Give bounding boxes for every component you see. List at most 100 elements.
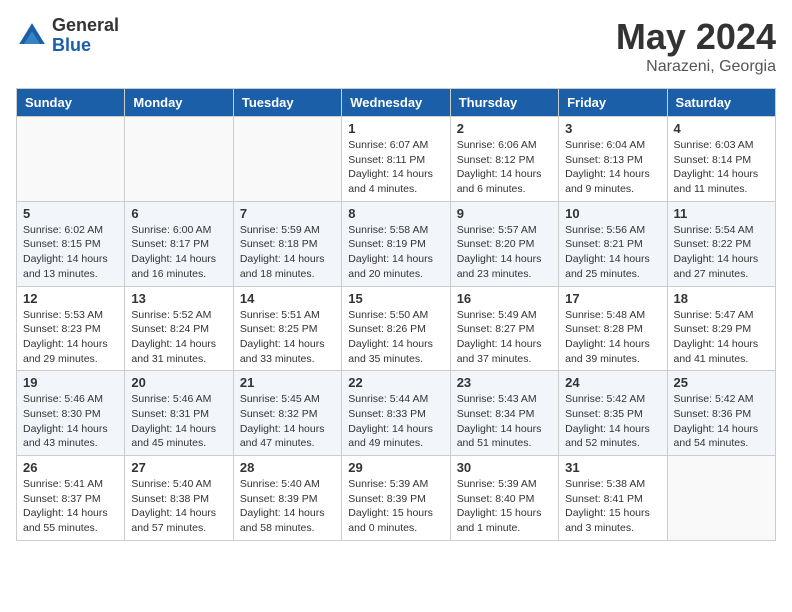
calendar-cell: 17 Sunrise: 5:48 AM Sunset: 8:28 PM Dayli…: [559, 286, 667, 371]
day-number: 28: [240, 460, 335, 475]
calendar-cell: 24 Sunrise: 5:42 AM Sunset: 8:35 PM Dayli…: [559, 371, 667, 456]
day-number: 6: [131, 206, 226, 221]
week-row-3: 12 Sunrise: 5:53 AM Sunset: 8:23 PM Dayli…: [17, 286, 776, 371]
calendar-cell: 11Sunrise: 5:54 AM Sunset: 8:22 PM Dayli…: [667, 201, 775, 286]
calendar-cell: 1 Sunrise: 6:07 AM Sunset: 8:11 PM Daylig…: [342, 117, 450, 202]
col-header-friday: Friday: [559, 89, 667, 117]
day-number: 13: [131, 291, 226, 306]
week-row-1: 1 Sunrise: 6:07 AM Sunset: 8:11 PM Daylig…: [17, 117, 776, 202]
calendar-cell: 15Sunrise: 5:50 AM Sunset: 8:26 PM Dayli…: [342, 286, 450, 371]
day-info: Sunrise: 6:06 AM Sunset: 8:12 PM Dayligh…: [457, 138, 552, 197]
day-info: Sunrise: 5:49 AM Sunset: 8:27 PM Dayligh…: [457, 308, 552, 367]
day-info: Sunrise: 5:40 AM Sunset: 8:39 PM Dayligh…: [240, 477, 335, 536]
calendar-cell: 27Sunrise: 5:40 AM Sunset: 8:38 PM Dayli…: [125, 456, 233, 541]
calendar-cell: 4 Sunrise: 6:03 AM Sunset: 8:14 PM Daylig…: [667, 117, 775, 202]
calendar-cell: [17, 117, 125, 202]
calendar-cell: 6Sunrise: 6:00 AM Sunset: 8:17 PM Daylig…: [125, 201, 233, 286]
day-number: 27: [131, 460, 226, 475]
day-number: 1: [348, 121, 443, 136]
title-block: May 2024 Narazeni, Georgia: [616, 16, 776, 76]
calendar-table: SundayMondayTuesdayWednesdayThursdayFrid…: [16, 88, 776, 541]
week-row-2: 5 Sunrise: 6:02 AM Sunset: 8:15 PM Daylig…: [17, 201, 776, 286]
day-info: Sunrise: 6:02 AM Sunset: 8:15 PM Dayligh…: [23, 223, 118, 282]
day-info: Sunrise: 6:07 AM Sunset: 8:11 PM Dayligh…: [348, 138, 443, 197]
col-header-saturday: Saturday: [667, 89, 775, 117]
col-header-sunday: Sunday: [17, 89, 125, 117]
col-header-thursday: Thursday: [450, 89, 558, 117]
calendar-cell: 3Sunrise: 6:04 AM Sunset: 8:13 PM Daylig…: [559, 117, 667, 202]
calendar-cell: 8 Sunrise: 5:58 AM Sunset: 8:19 PM Daylig…: [342, 201, 450, 286]
day-info: Sunrise: 5:47 AM Sunset: 8:29 PM Dayligh…: [674, 308, 769, 367]
calendar-cell: 23 Sunrise: 5:43 AM Sunset: 8:34 PM Dayli…: [450, 371, 558, 456]
day-number: 5: [23, 206, 118, 221]
day-number: 9: [457, 206, 552, 221]
calendar-cell: 14 Sunrise: 5:51 AM Sunset: 8:25 PM Dayli…: [233, 286, 341, 371]
day-info: Sunrise: 5:45 AM Sunset: 8:32 PM Dayligh…: [240, 392, 335, 451]
week-row-4: 19 Sunrise: 5:46 AM Sunset: 8:30 PM Dayli…: [17, 371, 776, 456]
calendar-cell: 30 Sunrise: 5:39 AM Sunset: 8:40 PM Dayli…: [450, 456, 558, 541]
day-number: 11: [674, 206, 769, 221]
calendar-cell: 5 Sunrise: 6:02 AM Sunset: 8:15 PM Daylig…: [17, 201, 125, 286]
logo-general-text: General: [52, 16, 119, 36]
day-info: Sunrise: 5:51 AM Sunset: 8:25 PM Dayligh…: [240, 308, 335, 367]
day-number: 31: [565, 460, 660, 475]
col-header-tuesday: Tuesday: [233, 89, 341, 117]
day-info: Sunrise: 5:53 AM Sunset: 8:23 PM Dayligh…: [23, 308, 118, 367]
logo-blue-text: Blue: [52, 36, 119, 56]
day-number: 22: [348, 375, 443, 390]
day-number: 23: [457, 375, 552, 390]
day-info: Sunrise: 5:59 AM Sunset: 8:18 PM Dayligh…: [240, 223, 335, 282]
page-header: General Blue May 2024 Narazeni, Georgia: [16, 16, 776, 76]
logo-icon: [16, 20, 48, 52]
day-number: 15: [348, 291, 443, 306]
calendar-cell: [667, 456, 775, 541]
calendar-cell: 25 Sunrise: 5:42 AM Sunset: 8:36 PM Dayli…: [667, 371, 775, 456]
col-header-monday: Monday: [125, 89, 233, 117]
day-info: Sunrise: 5:52 AM Sunset: 8:24 PM Dayligh…: [131, 308, 226, 367]
day-info: Sunrise: 5:56 AM Sunset: 8:21 PM Dayligh…: [565, 223, 660, 282]
day-info: Sunrise: 5:42 AM Sunset: 8:35 PM Dayligh…: [565, 392, 660, 451]
day-info: Sunrise: 5:46 AM Sunset: 8:31 PM Dayligh…: [131, 392, 226, 451]
day-info: Sunrise: 5:46 AM Sunset: 8:30 PM Dayligh…: [23, 392, 118, 451]
day-info: Sunrise: 5:42 AM Sunset: 8:36 PM Dayligh…: [674, 392, 769, 451]
day-number: 24: [565, 375, 660, 390]
day-number: 21: [240, 375, 335, 390]
day-info: Sunrise: 5:58 AM Sunset: 8:19 PM Dayligh…: [348, 223, 443, 282]
day-info: Sunrise: 6:03 AM Sunset: 8:14 PM Dayligh…: [674, 138, 769, 197]
calendar-cell: 26Sunrise: 5:41 AM Sunset: 8:37 PM Dayli…: [17, 456, 125, 541]
day-number: 3: [565, 121, 660, 136]
day-number: 14: [240, 291, 335, 306]
day-info: Sunrise: 5:57 AM Sunset: 8:20 PM Dayligh…: [457, 223, 552, 282]
calendar-cell: 28 Sunrise: 5:40 AM Sunset: 8:39 PM Dayli…: [233, 456, 341, 541]
day-info: Sunrise: 5:48 AM Sunset: 8:28 PM Dayligh…: [565, 308, 660, 367]
calendar-header-row: SundayMondayTuesdayWednesdayThursdayFrid…: [17, 89, 776, 117]
day-info: Sunrise: 5:41 AM Sunset: 8:37 PM Dayligh…: [23, 477, 118, 536]
day-number: 7: [240, 206, 335, 221]
day-number: 16: [457, 291, 552, 306]
day-number: 19: [23, 375, 118, 390]
day-number: 10: [565, 206, 660, 221]
calendar-cell: [233, 117, 341, 202]
day-info: Sunrise: 5:39 AM Sunset: 8:40 PM Dayligh…: [457, 477, 552, 536]
day-number: 4: [674, 121, 769, 136]
day-info: Sunrise: 5:38 AM Sunset: 8:41 PM Dayligh…: [565, 477, 660, 536]
day-number: 30: [457, 460, 552, 475]
location: Narazeni, Georgia: [616, 58, 776, 76]
calendar-cell: 29Sunrise: 5:39 AM Sunset: 8:39 PM Dayli…: [342, 456, 450, 541]
calendar-cell: 18Sunrise: 5:47 AM Sunset: 8:29 PM Dayli…: [667, 286, 775, 371]
day-number: 29: [348, 460, 443, 475]
day-number: 8: [348, 206, 443, 221]
day-number: 20: [131, 375, 226, 390]
col-header-wednesday: Wednesday: [342, 89, 450, 117]
logo-text: General Blue: [52, 16, 119, 56]
logo: General Blue: [16, 16, 119, 56]
day-number: 25: [674, 375, 769, 390]
day-info: Sunrise: 5:43 AM Sunset: 8:34 PM Dayligh…: [457, 392, 552, 451]
day-number: 17: [565, 291, 660, 306]
calendar-cell: [125, 117, 233, 202]
calendar-cell: 22Sunrise: 5:44 AM Sunset: 8:33 PM Dayli…: [342, 371, 450, 456]
calendar-cell: 10 Sunrise: 5:56 AM Sunset: 8:21 PM Dayli…: [559, 201, 667, 286]
calendar-cell: 7 Sunrise: 5:59 AM Sunset: 8:18 PM Daylig…: [233, 201, 341, 286]
day-number: 12: [23, 291, 118, 306]
calendar-cell: 20 Sunrise: 5:46 AM Sunset: 8:31 PM Dayli…: [125, 371, 233, 456]
